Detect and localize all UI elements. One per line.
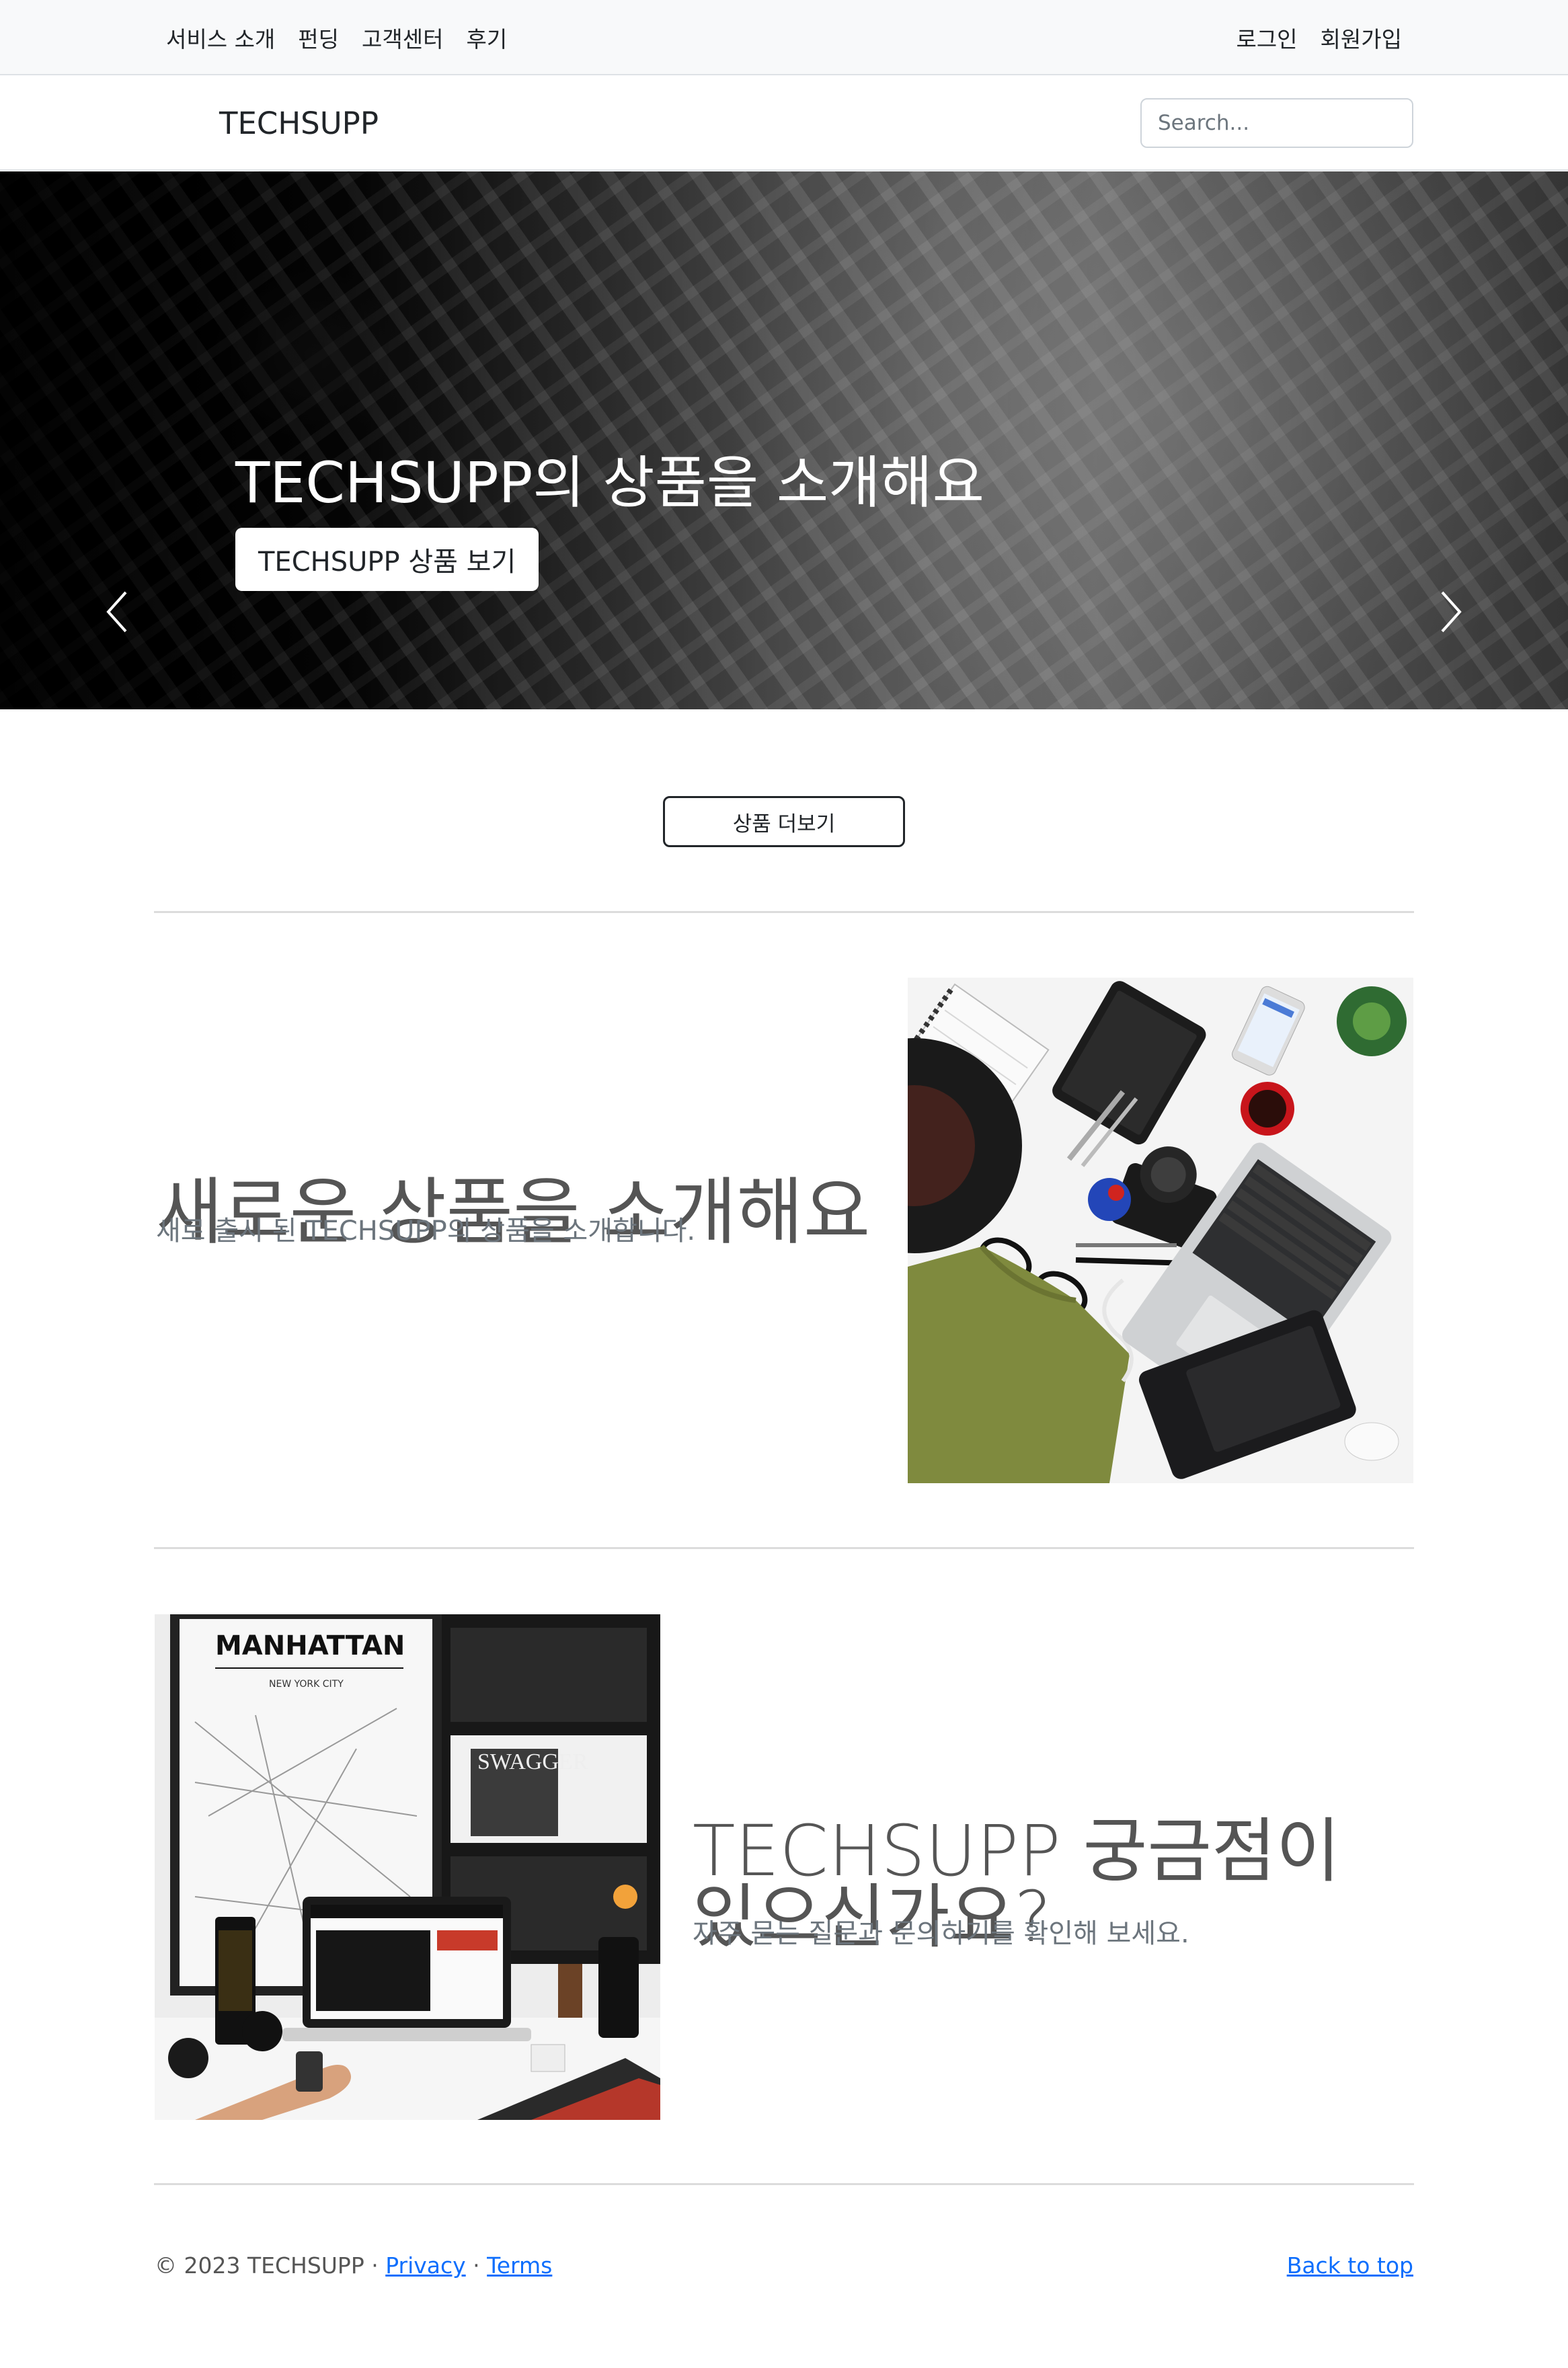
terms-link[interactable]: Terms (487, 2252, 552, 2279)
feature-faq-subtext: 자주 묻는 질문과 문의하기를 확인해 보세요. (693, 1918, 1189, 1949)
nav-link-funding[interactable]: 펀딩 (298, 22, 339, 54)
signup-link[interactable]: 회원가입 (1321, 22, 1402, 54)
brand-logo[interactable]: TECHSUPP (219, 75, 379, 171)
carousel-title: TECHSUPP의 상품을 소개해요 (235, 450, 984, 516)
feature-new-products-subtext: 새로 출시 된 TECHSUPP의 상품을 소개합니다. (156, 1216, 696, 1247)
products-flatlay-illustration (908, 978, 1413, 1483)
footer-copyright: © 2023 TECHSUPP · Privacy · Terms (155, 2252, 552, 2279)
nav-link-reviews[interactable]: 후기 (466, 22, 507, 54)
more-products-button[interactable]: 상품 더보기 (663, 796, 905, 847)
chevron-right-icon (1441, 591, 1462, 633)
poster-subtitle-text: NEW YORK CITY (269, 1679, 344, 1690)
poster-title-text: MANHATTAN (215, 1630, 405, 1661)
search-input[interactable] (1140, 98, 1413, 148)
carousel-overlay (0, 171, 1568, 709)
products-flatlay-image (908, 978, 1413, 1483)
login-link[interactable]: 로그인 (1236, 22, 1297, 54)
nav-link-service-intro[interactable]: 서비스 소개 (166, 22, 275, 54)
carousel-next-button[interactable] (1420, 582, 1481, 642)
workspace-illustration: SWAGGER MANHATTAN NEW YORK CITY (155, 1614, 660, 2120)
workspace-image: SWAGGER MANHATTAN NEW YORK CITY (155, 1614, 660, 2120)
view-products-button[interactable]: TECHSUPP 상품 보기 (235, 528, 539, 591)
back-to-top-link[interactable]: Back to top (1287, 2252, 1413, 2279)
privacy-link[interactable]: Privacy (385, 2252, 465, 2279)
magazine-text: SWAGGER (477, 1749, 588, 1774)
section-divider (154, 911, 1414, 913)
section-divider (154, 2183, 1414, 2185)
section-divider (154, 1547, 1414, 1549)
copyright-text: © 2023 TECHSUPP · (155, 2252, 386, 2279)
hero-carousel (0, 171, 1568, 709)
site-header: TECHSUPP (0, 75, 1568, 171)
nav-link-customer-center[interactable]: 고객센터 (362, 22, 443, 54)
carousel-prev-button[interactable] (87, 582, 148, 642)
top-bar: 서비스 소개 펀딩 고객센터 후기 로그인 회원가입 (0, 0, 1568, 75)
chevron-left-icon (106, 591, 127, 633)
footer-separator: · (465, 2252, 487, 2279)
top-nav-left: 서비스 소개 펀딩 고객센터 후기 (166, 0, 507, 75)
top-nav-right: 로그인 회원가입 (1236, 0, 1402, 75)
